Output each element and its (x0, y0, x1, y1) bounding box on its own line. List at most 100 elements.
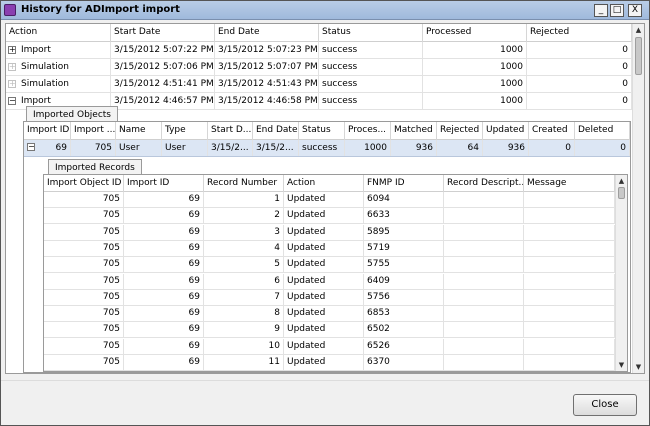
record-cell: 705 (44, 208, 124, 224)
scroll-up-icon[interactable]: ▲ (633, 24, 644, 36)
record-row[interactable]: 705 69 3 Updated 5895 (44, 224, 615, 241)
obj-col-header[interactable]: Start D... (208, 122, 253, 140)
obj-col-header[interactable]: Updated (483, 122, 529, 140)
records-col-header[interactable]: Message (524, 175, 615, 193)
record-cell: 705 (44, 306, 124, 322)
obj-cell: 3/15/2... (208, 140, 253, 156)
record-cell: 69 (124, 208, 204, 224)
minimize-button[interactable]: _ (594, 4, 608, 17)
history-row[interactable]: + Simulation 3/15/2012 4:51:41 PM 3/15/2012… (6, 76, 632, 93)
record-row[interactable]: 705 69 11 Updated 6370 (44, 355, 615, 371)
records-col-header[interactable]: Import ID (124, 175, 204, 193)
scroll-down-icon[interactable]: ▼ (633, 361, 644, 373)
cell-processed: 1000 (423, 93, 527, 109)
history-row[interactable]: + Simulation 3/15/2012 5:07:06 PM 3/15/2012… (6, 59, 632, 76)
record-row[interactable]: 705 69 4 Updated 5719 (44, 240, 615, 257)
obj-cell: 64 (437, 140, 483, 156)
col-header-processed[interactable]: Processed (423, 24, 527, 42)
record-cell: Updated (284, 208, 364, 224)
records-scrollbar[interactable]: ▲ ▼ (615, 175, 627, 371)
record-cell: 69 (124, 306, 204, 322)
title-bar: History for ADImport import _ □ X (1, 1, 649, 20)
col-header-start-date[interactable]: Start Date (111, 24, 215, 42)
scroll-up-icon[interactable]: ▲ (616, 175, 627, 187)
record-row[interactable]: 705 69 7 Updated 5756 (44, 289, 615, 306)
expand-toggle-icon[interactable]: + (8, 46, 16, 54)
window-title: History for ADImport import (21, 4, 180, 15)
col-header-action[interactable]: Action (6, 24, 111, 42)
history-row[interactable]: + Import 3/15/2012 5:07:22 PM 3/15/2012 5:0… (6, 42, 632, 59)
close-window-button[interactable]: X (628, 4, 642, 17)
cell-processed: 1000 (423, 42, 527, 58)
record-row[interactable]: 705 69 10 Updated 6526 (44, 338, 615, 355)
col-header-rejected[interactable]: Rejected (527, 24, 632, 42)
record-cell: 69 (124, 257, 204, 273)
record-cell: 705 (44, 192, 124, 207)
record-cell: 1 (204, 192, 284, 207)
record-row[interactable]: 705 69 6 Updated 6409 (44, 273, 615, 290)
expand-toggle-icon[interactable]: + (8, 63, 16, 71)
obj-col-header[interactable]: Name (116, 122, 162, 140)
close-button[interactable]: Close (573, 394, 637, 416)
obj-col-header[interactable]: Import ID (24, 122, 71, 140)
record-cell (524, 273, 615, 289)
obj-col-header[interactable]: Deleted (575, 122, 630, 140)
records-col-header[interactable]: Import Object ID (44, 175, 124, 193)
cell-start: 3/15/2012 4:46:57 PM (111, 93, 215, 109)
expand-toggle-icon[interactable]: − (8, 97, 16, 105)
record-cell (524, 306, 615, 322)
record-cell: 5719 (364, 240, 444, 256)
record-row[interactable]: 705 69 5 Updated 5755 (44, 257, 615, 274)
obj-col-header[interactable]: Matched (391, 122, 437, 140)
records-col-header[interactable]: Record Descript... (444, 175, 524, 193)
collapse-toggle-icon[interactable]: − (27, 143, 35, 151)
records-col-header[interactable]: FNMP ID (364, 175, 444, 193)
expand-toggle-icon[interactable]: + (8, 80, 16, 88)
history-scrollbar[interactable]: ▲ ▼ (632, 24, 644, 373)
record-cell (444, 355, 524, 370)
record-cell: Updated (284, 289, 364, 305)
record-cell: 705 (44, 338, 124, 354)
record-cell: 2 (204, 208, 284, 224)
record-cell: 69 (124, 240, 204, 256)
record-cell: Updated (284, 224, 364, 240)
obj-col-header[interactable]: Rejected (437, 122, 483, 140)
record-row[interactable]: 705 69 1 Updated 6094 (44, 192, 615, 208)
obj-col-header[interactable]: Proces... (345, 122, 391, 140)
col-header-end-date[interactable]: End Date (215, 24, 319, 42)
cell-end: 3/15/2012 4:51:43 PM (215, 76, 319, 92)
record-cell: Updated (284, 257, 364, 273)
record-cell: Updated (284, 240, 364, 256)
obj-cell: 705 (71, 140, 116, 156)
obj-col-header[interactable]: End Date (253, 122, 299, 140)
record-cell: 3 (204, 224, 284, 240)
history-dialog: History for ADImport import _ □ X Action… (0, 0, 650, 426)
record-row[interactable]: 705 69 2 Updated 6633 (44, 208, 615, 225)
record-cell (444, 289, 524, 305)
obj-col-header[interactable]: Status (299, 122, 345, 140)
record-row[interactable]: 705 69 8 Updated 6853 (44, 306, 615, 323)
obj-col-header[interactable]: Type (162, 122, 208, 140)
record-cell: Updated (284, 322, 364, 338)
record-cell: 69 (124, 322, 204, 338)
records-col-header[interactable]: Record Number (204, 175, 284, 193)
scroll-thumb[interactable] (618, 187, 625, 199)
scroll-down-icon[interactable]: ▼ (616, 359, 627, 371)
cell-rejected: 0 (527, 76, 632, 92)
record-cell: 6633 (364, 208, 444, 224)
records-col-header[interactable]: Action (284, 175, 364, 193)
obj-col-header[interactable]: Created (529, 122, 575, 140)
col-header-status[interactable]: Status (319, 24, 423, 42)
record-cell (444, 273, 524, 289)
record-cell (524, 208, 615, 224)
obj-col-header[interactable]: Import ... (71, 122, 116, 140)
obj-cell: 3/15/2... (253, 140, 299, 156)
record-row[interactable]: 705 69 9 Updated 6502 (44, 322, 615, 339)
maximize-button[interactable]: □ (610, 4, 624, 17)
cell-end: 3/15/2012 5:07:07 PM (215, 59, 319, 75)
scroll-thumb[interactable] (635, 37, 642, 75)
obj-cell: 1000 (345, 140, 391, 156)
imported-records-panel: Import Object ID Import ID Record Number Ac… (43, 174, 628, 372)
cell-start: 3/15/2012 4:51:41 PM (111, 76, 215, 92)
obj-cell: 936 (483, 140, 529, 156)
